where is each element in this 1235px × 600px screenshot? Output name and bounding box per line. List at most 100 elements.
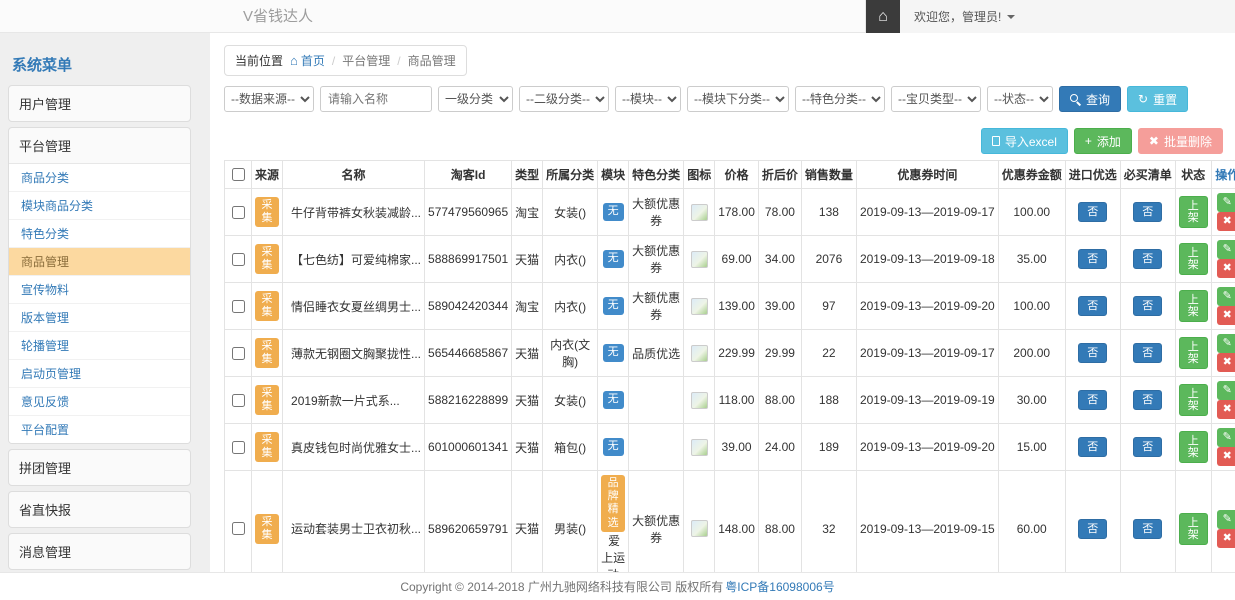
breadcrumb-label: 当前位置 — [235, 52, 283, 69]
import-select-toggle[interactable]: 否 — [1078, 249, 1107, 269]
cell-imported: 否 — [1065, 424, 1120, 471]
home-icon: ⌂ — [290, 53, 298, 68]
sidebar-item[interactable]: 宣传物料 — [9, 276, 190, 304]
batch-delete-button[interactable]: ✖ 批量删除 — [1138, 128, 1223, 154]
row-checkbox[interactable] — [232, 206, 245, 219]
import-excel-button[interactable]: 导入excel — [981, 128, 1068, 154]
import-select-toggle[interactable]: 否 — [1078, 390, 1107, 410]
delete-button[interactable]: ✖ — [1217, 212, 1235, 231]
cell-icon — [684, 236, 715, 283]
delete-button[interactable]: ✖ — [1217, 447, 1235, 466]
breadcrumb-home-link[interactable]: ⌂ 首页 — [290, 52, 325, 69]
module-badge: 无 — [603, 391, 624, 408]
column-header-special: 特色分类 — [629, 161, 684, 189]
status-button[interactable]: 上架 — [1179, 513, 1208, 545]
must-buy-toggle[interactable]: 否 — [1133, 249, 1162, 269]
home-button[interactable]: ⌂ — [866, 0, 900, 33]
cell-source: 采集 — [252, 424, 283, 471]
must-buy-toggle[interactable]: 否 — [1133, 390, 1162, 410]
sidebar-group-header[interactable]: 省直快报 — [9, 492, 190, 527]
import-select-toggle[interactable]: 否 — [1078, 202, 1107, 222]
name-input[interactable] — [320, 86, 432, 112]
edit-button[interactable]: ✎ — [1217, 510, 1235, 529]
cell-discount: 39.00 — [758, 283, 801, 330]
import-select-toggle[interactable]: 否 — [1078, 437, 1107, 457]
status-button[interactable]: 上架 — [1179, 196, 1208, 228]
status-button[interactable]: 上架 — [1179, 290, 1208, 322]
edit-button[interactable]: ✎ — [1217, 334, 1235, 353]
status-select[interactable]: --状态-- — [987, 86, 1053, 112]
edit-button[interactable]: ✎ — [1217, 287, 1235, 306]
cell-price: 178.00 — [715, 189, 759, 236]
must-buy-toggle[interactable]: 否 — [1133, 343, 1162, 363]
must-buy-toggle[interactable]: 否 — [1133, 202, 1162, 222]
search-button-label: 查询 — [1086, 91, 1110, 108]
user-menu[interactable]: 欢迎您，管理员! — [900, 0, 1015, 33]
module-select[interactable]: --模块-- — [615, 86, 681, 112]
row-checkbox[interactable] — [232, 347, 245, 360]
icp-link[interactable]: 粤ICP备16098006号 — [725, 578, 834, 595]
delete-button[interactable]: ✖ — [1217, 306, 1235, 325]
module-subcategory-select[interactable]: --模块下分类-- — [687, 86, 789, 112]
cell-coupon_time: 2019-09-13—2019-09-17 — [856, 330, 998, 377]
cell-sales: 188 — [801, 377, 856, 424]
row-checkbox[interactable] — [232, 394, 245, 407]
sidebar-item[interactable]: 特色分类 — [9, 220, 190, 248]
delete-button[interactable]: ✖ — [1217, 259, 1235, 278]
level2-category-select[interactable]: --二级分类-- — [519, 86, 609, 112]
cell-special — [629, 377, 684, 424]
sidebar-item[interactable]: 意见反馈 — [9, 388, 190, 416]
sidebar-group-header[interactable]: 拼团管理 — [9, 450, 190, 485]
edit-button[interactable]: ✎ — [1217, 428, 1235, 447]
reset-button[interactable]: ↻ 重置 — [1127, 86, 1188, 112]
status-button[interactable]: 上架 — [1179, 431, 1208, 463]
sidebar-group-header[interactable]: 平台管理 — [9, 128, 190, 163]
status-button[interactable]: 上架 — [1179, 243, 1208, 275]
cell-name: 薄款无钢圈文胸聚拢性... — [283, 330, 425, 377]
add-button[interactable]: + 添加 — [1074, 128, 1132, 154]
select-all-checkbox[interactable] — [232, 168, 245, 181]
row-checkbox[interactable] — [232, 522, 245, 535]
cell-discount: 88.00 — [758, 377, 801, 424]
sidebar-item[interactable]: 商品分类 — [9, 164, 190, 192]
level1-category-select[interactable]: 一级分类 — [438, 86, 513, 112]
cell-source: 采集 — [252, 283, 283, 330]
edit-button[interactable]: ✎ — [1217, 381, 1235, 400]
cell-module: 无 — [598, 424, 629, 471]
import-select-toggle[interactable]: 否 — [1078, 519, 1107, 539]
edit-button[interactable]: ✎ — [1217, 193, 1235, 212]
sidebar-group-header[interactable]: 消息管理 — [9, 534, 190, 569]
cell-must_buy: 否 — [1120, 236, 1175, 283]
item-type-select[interactable]: --宝贝类型-- — [891, 86, 981, 112]
cell-must_buy: 否 — [1120, 377, 1175, 424]
delete-button[interactable]: ✖ — [1217, 529, 1235, 548]
module-badge: 无 — [603, 344, 624, 361]
must-buy-toggle[interactable]: 否 — [1133, 519, 1162, 539]
delete-button[interactable]: ✖ — [1217, 400, 1235, 419]
delete-button[interactable]: ✖ — [1217, 353, 1235, 372]
special-category-select[interactable]: --特色分类-- — [795, 86, 885, 112]
sidebar-group-header[interactable]: 用户管理 — [9, 86, 190, 121]
sidebar-item[interactable]: 商品管理 — [9, 248, 190, 276]
search-button[interactable]: 查询 — [1059, 86, 1121, 112]
status-button[interactable]: 上架 — [1179, 384, 1208, 416]
row-checkbox[interactable] — [232, 441, 245, 454]
cell-coupon_time: 2019-09-13—2019-09-20 — [856, 424, 998, 471]
import-select-toggle[interactable]: 否 — [1078, 296, 1107, 316]
cell-source: 采集 — [252, 471, 283, 573]
import-select-toggle[interactable]: 否 — [1078, 343, 1107, 363]
sidebar-item[interactable]: 平台配置 — [9, 416, 190, 443]
row-checkbox[interactable] — [232, 300, 245, 313]
cell-type: 天猫 — [512, 236, 543, 283]
sidebar-item[interactable]: 模块商品分类 — [9, 192, 190, 220]
must-buy-toggle[interactable]: 否 — [1133, 437, 1162, 457]
edit-button[interactable]: ✎ — [1217, 240, 1235, 259]
data-source-select[interactable]: --数据来源-- — [224, 86, 314, 112]
status-button[interactable]: 上架 — [1179, 337, 1208, 369]
row-checkbox[interactable] — [232, 253, 245, 266]
sidebar-item[interactable]: 启动页管理 — [9, 360, 190, 388]
sidebar-item[interactable]: 版本管理 — [9, 304, 190, 332]
home-icon: ⌂ — [878, 8, 888, 26]
sidebar-item[interactable]: 轮播管理 — [9, 332, 190, 360]
must-buy-toggle[interactable]: 否 — [1133, 296, 1162, 316]
